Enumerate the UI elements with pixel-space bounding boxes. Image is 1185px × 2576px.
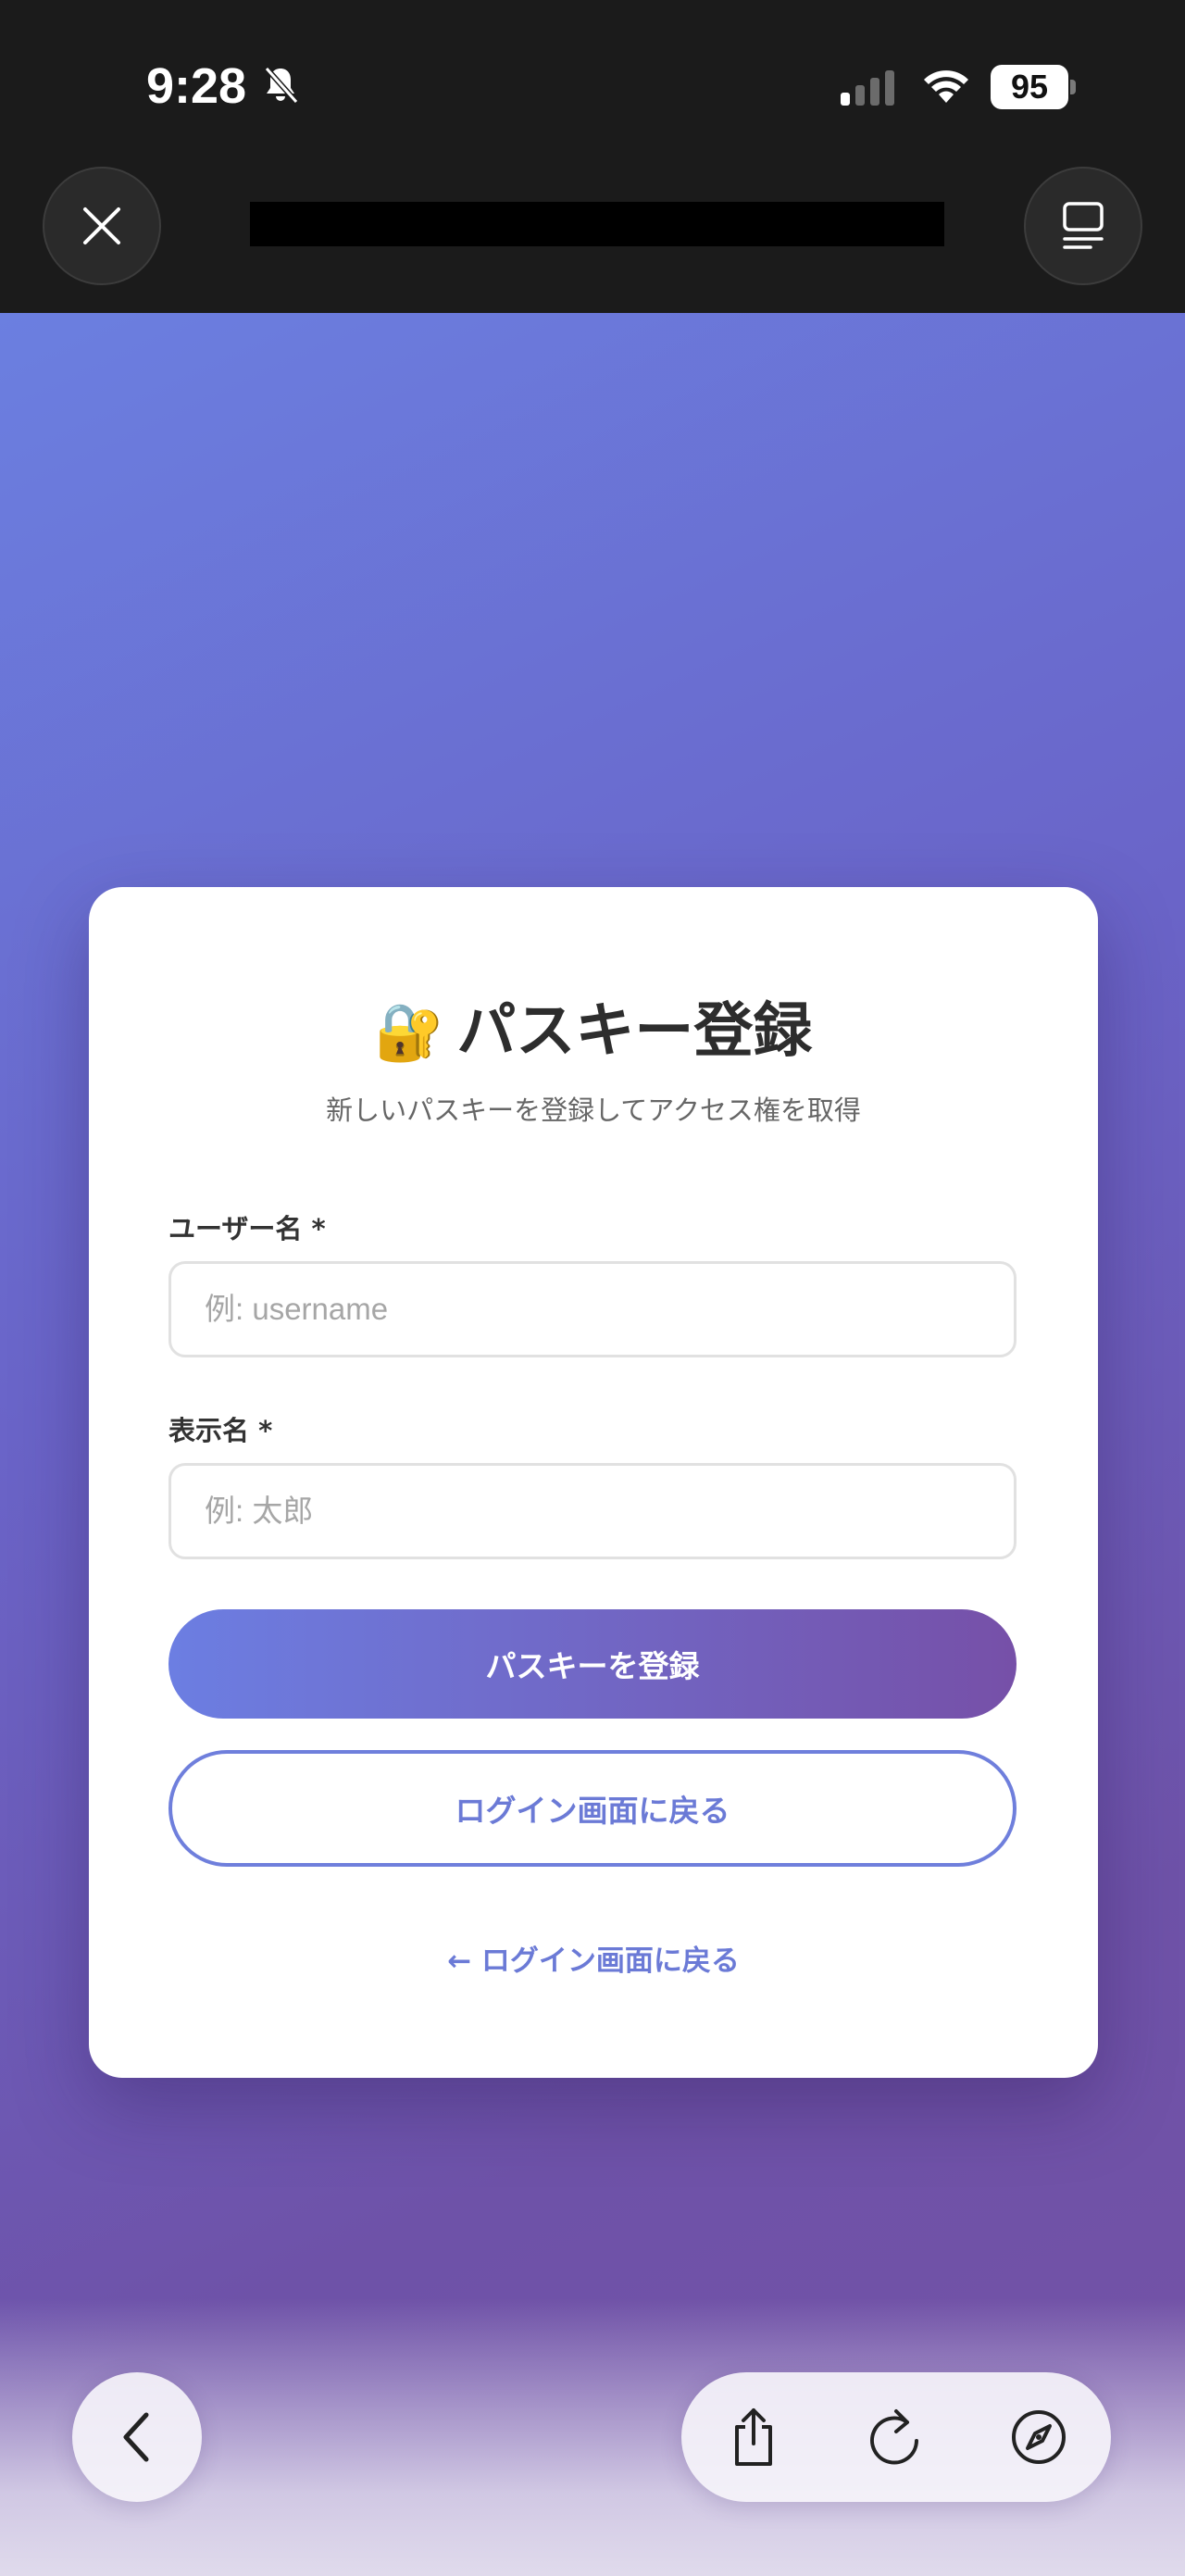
reload-icon bbox=[870, 2409, 918, 2465]
browser-top-bar bbox=[0, 167, 1185, 313]
tab-overview-button[interactable] bbox=[1024, 167, 1142, 285]
back-to-login-button[interactable]: ログイン画面に戻る bbox=[168, 1750, 1017, 1867]
lock-key-icon: 🔐 bbox=[374, 1000, 444, 1065]
back-to-login-link[interactable]: ← ログイン画面に戻る bbox=[89, 1937, 1098, 1979]
battery-icon: 95 bbox=[991, 65, 1076, 109]
reload-button[interactable] bbox=[831, 2372, 961, 2502]
battery-level: 95 bbox=[991, 65, 1068, 109]
bell-slash-icon bbox=[264, 67, 299, 104]
tab-overview-icon bbox=[1063, 202, 1104, 249]
title-text: パスキー登録 bbox=[456, 997, 813, 1066]
status-time: 9:28 bbox=[146, 58, 247, 114]
page-subtitle: 新しいパスキーを登録してアクセス権を取得 bbox=[326, 1094, 861, 1126]
back-chevron-icon bbox=[123, 2412, 149, 2462]
cellular-signal-icon bbox=[841, 70, 894, 106]
browser-toolbar bbox=[681, 2372, 1111, 2502]
status-bar: 9:28 95 bbox=[0, 0, 1185, 167]
close-button[interactable] bbox=[43, 167, 161, 285]
wifi-icon bbox=[924, 70, 968, 103]
registration-card: 🔐パスキー登録 新しいパスキーを登録してアクセス権を取得 ユーザー名 * 表示名… bbox=[89, 887, 1098, 2078]
page-background: 🔐パスキー登録 新しいパスキーを登録してアクセス権を取得 ユーザー名 * 表示名… bbox=[0, 313, 1185, 2576]
share-button[interactable] bbox=[689, 2372, 818, 2502]
battery-nub bbox=[1070, 80, 1076, 94]
open-in-browser-button[interactable] bbox=[974, 2372, 1104, 2502]
display-name-label: 表示名 * bbox=[168, 1415, 273, 1446]
username-label: ユーザー名 * bbox=[168, 1213, 326, 1244]
register-passkey-button[interactable]: パスキーを登録 bbox=[168, 1609, 1017, 1719]
compass-icon bbox=[1012, 2410, 1066, 2464]
close-icon bbox=[83, 207, 120, 244]
share-icon bbox=[735, 2408, 772, 2466]
username-input[interactable] bbox=[168, 1261, 1017, 1357]
url-bar-redacted[interactable] bbox=[250, 202, 944, 246]
page-title: 🔐 パスキー登録 bbox=[89, 983, 1098, 1069]
display-name-input[interactable] bbox=[168, 1463, 1017, 1559]
browser-back-button[interactable] bbox=[72, 2372, 202, 2502]
